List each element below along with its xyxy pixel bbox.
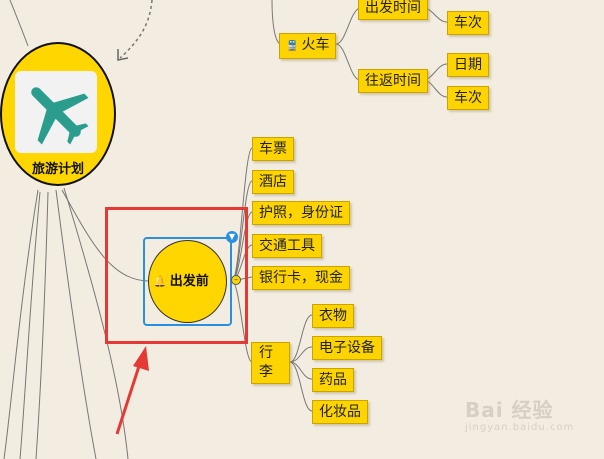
topic-cosmetics[interactable]: 化妆品 [312,400,368,424]
topic-transport[interactable]: 交通工具 [252,234,322,258]
mindmap-canvas[interactable]: 旅游计划 🔔 出发前 ▼ – 车票 酒店 护照，身份证 交通工具 银行卡，现金 行… [0,0,604,459]
airplane-icon [15,71,97,153]
topic-bankcard-cash[interactable]: 银行卡，现金 [252,266,350,290]
topic-label: 药品 [319,372,347,388]
topic-label: 银行卡，现金 [259,270,343,286]
topic-label: 出发时间 [365,0,421,16]
topic-departure-trainno[interactable]: 车次 [447,11,489,35]
topic-label: 车次 [454,90,482,106]
topic-medicine[interactable]: 药品 [312,368,354,392]
topic-return-time[interactable]: 往返时间 [358,69,428,93]
topic-ticket[interactable]: 车票 [252,137,294,161]
topic-label: 电子设备 [319,340,375,356]
topic-label: 行李 [259,345,273,380]
topic-luggage[interactable]: 行李 [251,342,290,384]
watermark-url: jingyan.baidu.com [465,422,575,433]
topic-return-trainno[interactable]: 车次 [447,86,489,110]
topic-label: 车票 [259,141,287,157]
root-topic[interactable]: 旅游计划 [0,42,116,186]
annotation-highlight-box [105,207,248,344]
watermark-logo-text: Bai 经验 [465,398,554,422]
topic-label: 交通工具 [259,238,315,254]
topic-passport-id[interactable]: 护照，身份证 [252,201,350,225]
topic-label: 护照，身份证 [259,205,343,221]
root-topic-label: 旅游计划 [31,162,84,177]
topic-label: 衣物 [319,308,347,324]
topic-clothes[interactable]: 衣物 [312,304,354,328]
topic-train[interactable]: 🚆 火车 [279,33,337,59]
topic-departure-time[interactable]: 出发时间 [358,0,428,20]
train-icon: 🚆 [286,41,299,52]
topic-label: 火车 [301,37,330,53]
watermark: Bai 经验 jingyan.baidu.com [465,392,600,436]
topic-label: 化妆品 [319,404,361,420]
topic-label: 酒店 [259,174,287,190]
topic-label: 往返时间 [365,73,421,89]
topic-electronics[interactable]: 电子设备 [312,336,382,360]
topic-return-date[interactable]: 日期 [447,53,489,77]
topic-label: 日期 [454,57,482,73]
topic-label: 车次 [454,15,482,31]
topic-hotel[interactable]: 酒店 [252,170,294,194]
